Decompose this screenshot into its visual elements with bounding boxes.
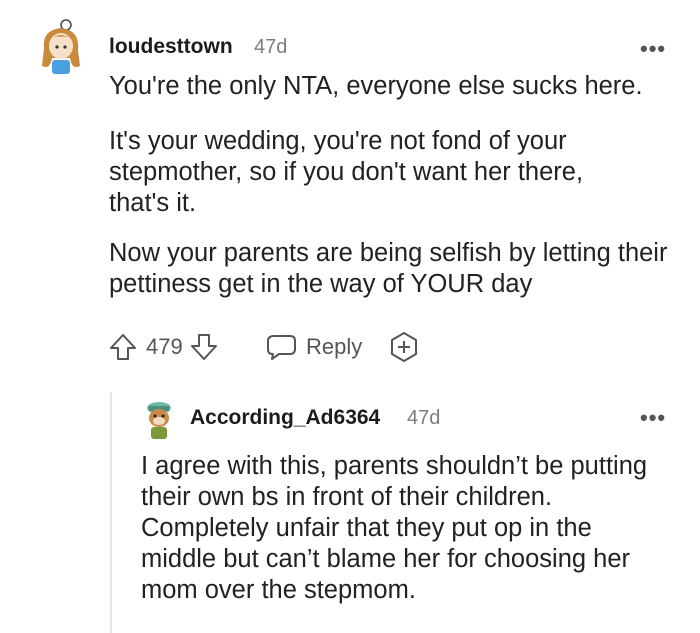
award-button[interactable] — [388, 331, 420, 363]
downvote-button[interactable] — [189, 332, 219, 362]
vote-score: 479 — [146, 334, 183, 359]
comment-author[interactable]: loudesttown — [109, 35, 233, 59]
comment-paragraph-3: Now your parents are being selfish by le… — [109, 239, 668, 298]
reply-author[interactable]: According_Ad6364 — [190, 406, 380, 430]
reply-label: Reply — [306, 334, 363, 359]
upvote-icon — [110, 334, 136, 360]
reply-button[interactable]: Reply — [265, 331, 362, 363]
comment-more-button[interactable]: ••• — [640, 36, 666, 62]
avatar[interactable] — [36, 18, 86, 78]
reply-more-button[interactable]: ••• — [640, 405, 666, 431]
comment-paragraph-2: It's your wedding, you're not fond of yo… — [109, 127, 584, 217]
upvote-button[interactable] — [108, 332, 138, 362]
downvote-icon — [190, 334, 217, 360]
avatar-icon — [36, 18, 86, 78]
reply-icon — [267, 335, 296, 360]
reply-age: 47d — [407, 407, 441, 429]
comment-paragraph-1: You're the only NTA, everyone else sucks… — [109, 72, 643, 100]
reply-text: I agree with this, parents shouldn’t be … — [141, 452, 648, 604]
comment-age: 47d — [254, 36, 288, 58]
thread-line[interactable] — [110, 392, 112, 633]
award-icon — [391, 332, 417, 362]
comment-vote-bar: 479 — [108, 331, 219, 363]
reply-avatar-icon — [141, 398, 177, 440]
reply-avatar[interactable] — [141, 398, 177, 440]
